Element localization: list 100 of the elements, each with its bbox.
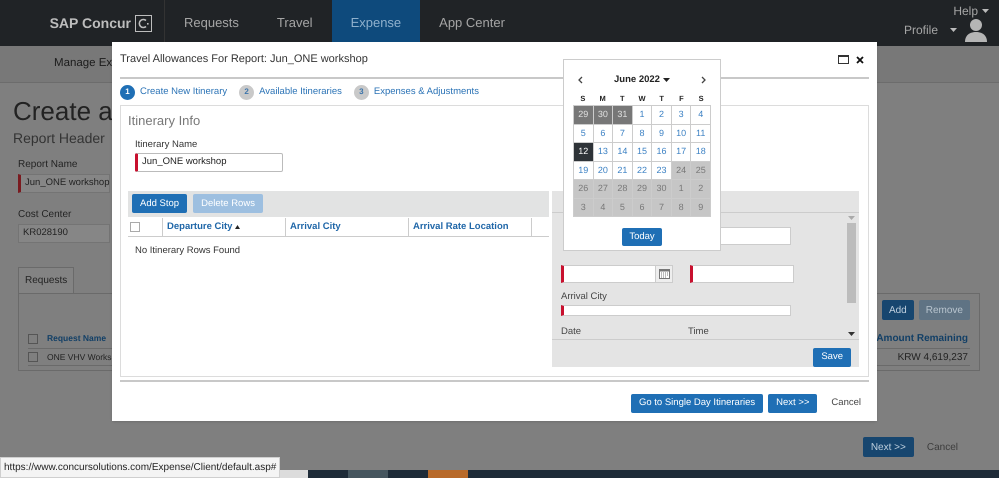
calendar-day[interactable]: 20 — [594, 162, 612, 180]
calendar-day[interactable]: 3 — [672, 106, 690, 124]
calendar-day[interactable]: 4 — [691, 106, 710, 124]
section-heading: Itinerary Info — [128, 112, 200, 130]
calendar-day[interactable]: 7 — [652, 198, 671, 216]
logo-icon — [135, 14, 152, 32]
calendar-day[interactable]: 6 — [632, 198, 652, 216]
checkbox[interactable] — [28, 334, 38, 344]
calendar-day[interactable]: 2 — [691, 180, 710, 198]
calendar-day[interactable]: 19 — [574, 162, 593, 180]
profile-menu[interactable]: Profile — [904, 21, 957, 39]
cancel-link[interactable]: Cancel — [831, 396, 861, 411]
save-button[interactable]: Save — [813, 348, 851, 367]
calendar-day[interactable]: 30 — [594, 106, 612, 124]
calendar-day[interactable]: 30 — [652, 180, 671, 198]
next-button[interactable]: Next >> — [862, 437, 914, 457]
calendar-day[interactable]: 14 — [613, 143, 632, 161]
calendar-day[interactable]: 24 — [672, 162, 690, 180]
calendar-day[interactable]: 5 — [574, 124, 593, 142]
caret-icon — [848, 216, 855, 220]
calendar-day[interactable]: 11 — [691, 124, 710, 142]
calendar-day[interactable]: 27 — [594, 180, 612, 198]
logo-text: SAP Concur — [50, 14, 131, 32]
column-header[interactable]: Departure City — [163, 218, 286, 236]
calendar-day[interactable]: 9 — [691, 198, 710, 216]
calendar-day[interactable]: 3 — [574, 198, 593, 216]
status-url: https://www.concursolutions.com/Expense/Client/default.asp# — [0, 457, 280, 478]
close-icon[interactable] — [856, 56, 864, 64]
column-header[interactable]: Arrival Rate Location — [409, 218, 532, 236]
nav-tab[interactable]: Travel — [258, 0, 332, 46]
page-title: Create a — [13, 96, 113, 126]
caret-icon — [950, 28, 957, 32]
next-month-icon[interactable] — [701, 76, 706, 84]
calendar-day[interactable]: 15 — [632, 143, 652, 161]
calendar-day[interactable]: 5 — [613, 198, 632, 216]
calendar-day[interactable]: 29 — [574, 106, 593, 124]
avatar-icon[interactable] — [965, 18, 987, 42]
calendar-day[interactable]: 8 — [672, 198, 690, 216]
checkbox[interactable] — [28, 352, 38, 362]
calendar-day[interactable]: 13 — [594, 143, 612, 161]
wizard-step[interactable]: 3 Expenses & Adjustments — [354, 84, 479, 100]
page-subtitle: Report Header — [13, 129, 105, 148]
calendar-day[interactable]: 1 — [632, 106, 652, 124]
date-field[interactable] — [561, 264, 673, 283]
cancel-link[interactable]: Cancel — [926, 440, 958, 454]
nav-tab[interactable]: App Center — [420, 0, 524, 46]
field-label: Arrival City — [561, 290, 608, 304]
calendar-day[interactable]: 9 — [652, 124, 671, 142]
caret-icon — [982, 9, 989, 13]
panel-button[interactable]: Add — [882, 300, 914, 320]
calendar-day[interactable]: 18 — [691, 143, 710, 161]
empty-message: No Itinerary Rows Found — [135, 244, 242, 258]
column-header[interactable]: Request Name — [47, 332, 106, 345]
column-header[interactable]: Amount Remaining — [876, 331, 970, 346]
requests-tab[interactable]: Requests — [18, 267, 74, 293]
previous-month-icon[interactable] — [578, 76, 583, 84]
calendar-icon[interactable] — [658, 268, 670, 279]
today-button[interactable]: Today — [622, 228, 662, 246]
column-header[interactable]: Arrival City — [286, 218, 409, 236]
sort-icon — [235, 224, 240, 229]
calendar-day[interactable]: 22 — [632, 162, 652, 180]
calendar-day[interactable]: 4 — [594, 198, 612, 216]
calendar-day[interactable]: 26 — [574, 180, 593, 198]
calendar-day[interactable]: 17 — [672, 143, 690, 161]
wizard-step[interactable]: 1 Create New Itinerary — [120, 84, 228, 100]
field-label: Time — [688, 324, 709, 338]
calendar-day[interactable]: 25 — [691, 162, 710, 180]
footer-button[interactable]: Next >> — [768, 394, 818, 413]
itinerary-name-field[interactable]: Jun_ONE workshop — [135, 152, 283, 172]
calendar-day[interactable]: 7 — [613, 124, 632, 142]
calendar-day[interactable]: 1 — [672, 180, 690, 198]
caret-icon — [662, 78, 670, 82]
subnav-item[interactable]: Manage Ex — [54, 55, 112, 73]
calendar-day[interactable]: 12 — [574, 143, 593, 161]
calendar-day[interactable]: 6 — [594, 124, 612, 142]
modal-title: Travel Allowances For Report: Jun_ONE workshop — [120, 52, 369, 68]
wizard-step[interactable]: 2 Available Itineraries — [239, 84, 342, 100]
calendar-day[interactable]: 10 — [672, 124, 690, 142]
arrival-city-field[interactable] — [561, 305, 791, 316]
text-field[interactable]: Jun_ONE workshop — [18, 174, 110, 193]
footer-button[interactable]: Go to Single Day Itineraries — [630, 394, 764, 413]
toolbar-button[interactable]: Add Stop — [132, 194, 188, 214]
calendar-day[interactable]: 28 — [613, 180, 632, 198]
month-selector[interactable]: June 2022 — [583, 72, 701, 88]
calendar-day[interactable]: 29 — [632, 180, 652, 198]
text-field[interactable]: KR028190 — [18, 224, 110, 243]
calendar-day[interactable]: 23 — [652, 162, 671, 180]
time-field[interactable] — [690, 264, 794, 283]
table-cell: ONE VHV Works — [47, 350, 112, 364]
help-menu[interactable]: Help — [953, 2, 989, 20]
scroll-down-icon[interactable] — [848, 332, 855, 336]
nav-tab[interactable]: Requests — [165, 0, 258, 46]
checkbox[interactable] — [130, 222, 140, 232]
maximize-icon[interactable] — [838, 55, 849, 64]
field-label: Cost Center — [18, 208, 72, 222]
calendar-day[interactable]: 21 — [613, 162, 632, 180]
calendar-day[interactable]: 16 — [652, 143, 671, 161]
calendar-day[interactable]: 31 — [613, 106, 632, 124]
calendar-day[interactable]: 8 — [632, 124, 652, 142]
calendar-day[interactable]: 2 — [652, 106, 671, 124]
